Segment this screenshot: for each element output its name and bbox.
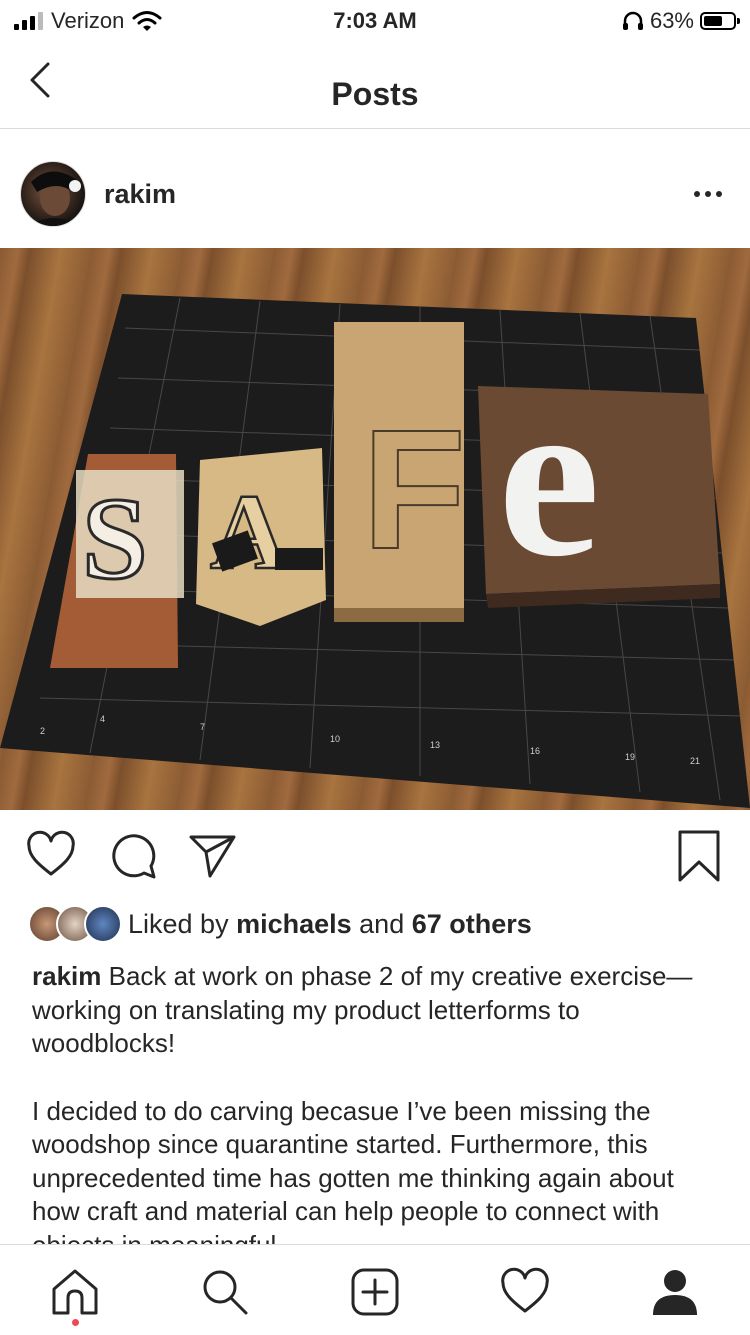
svg-text:16: 16 [530, 746, 540, 756]
caption-paragraph-2: I decided to do carving becasue I’ve bee… [32, 1095, 674, 1245]
headphones-icon [622, 11, 643, 30]
svg-text:7: 7 [200, 722, 205, 732]
svg-text:10: 10 [330, 734, 340, 744]
battery-percent: 63% [649, 8, 694, 33]
likes-prefix: Liked by [128, 908, 237, 939]
home-icon[interactable] [50, 1267, 100, 1317]
svg-text:4: 4 [100, 714, 105, 724]
caption: rakim Back at work on phase 2 of my crea… [32, 960, 722, 1244]
likes-middle: and [351, 908, 412, 939]
likes-others[interactable]: 67 others [412, 909, 532, 940]
post-username[interactable]: rakim [104, 179, 176, 210]
avatar [84, 905, 122, 943]
share-icon[interactable] [188, 830, 238, 880]
caption-paragraph-1: Back at work on phase 2 of my creative e… [32, 961, 693, 1058]
avatar[interactable] [20, 161, 86, 227]
svg-text:21: 21 [690, 756, 700, 766]
post-header: rakim [0, 129, 750, 247]
svg-text:13: 13 [430, 740, 440, 750]
liker-avatars [28, 905, 122, 943]
caption-author[interactable]: rakim [32, 961, 101, 991]
caption-clip: rakim Back at work on phase 2 of my crea… [0, 960, 750, 1244]
bookmark-icon[interactable] [678, 830, 720, 882]
post-actions [0, 830, 750, 890]
svg-text:2: 2 [40, 726, 45, 736]
home-active-dot [72, 1319, 79, 1326]
new-post-icon[interactable] [350, 1267, 400, 1317]
profile-icon[interactable] [650, 1267, 700, 1317]
status-bar: Verizon 7:03 AM 63% [0, 0, 750, 40]
nav-bar: Posts [0, 40, 750, 129]
page-title: Posts [331, 76, 419, 112]
activity-icon[interactable] [500, 1267, 550, 1317]
likes-summary[interactable]: Liked by michaels and 67 others [28, 905, 532, 943]
battery-icon [700, 12, 740, 30]
search-icon[interactable] [200, 1267, 250, 1317]
comment-icon[interactable] [108, 830, 158, 880]
block-e-letter: e [498, 349, 600, 604]
ellipsis-icon[interactable] [694, 191, 722, 197]
heart-icon[interactable] [26, 830, 76, 880]
svg-text:19: 19 [625, 752, 635, 762]
block-f-letter: F [362, 395, 466, 585]
post-photo[interactable]: 2 4 7 10 13 16 19 21 S A F e [0, 248, 750, 810]
block-a-letter: A [210, 473, 288, 592]
tab-bar [0, 1244, 750, 1335]
block-s-letter: S [82, 473, 148, 604]
liker-username[interactable]: michaels [236, 909, 352, 940]
